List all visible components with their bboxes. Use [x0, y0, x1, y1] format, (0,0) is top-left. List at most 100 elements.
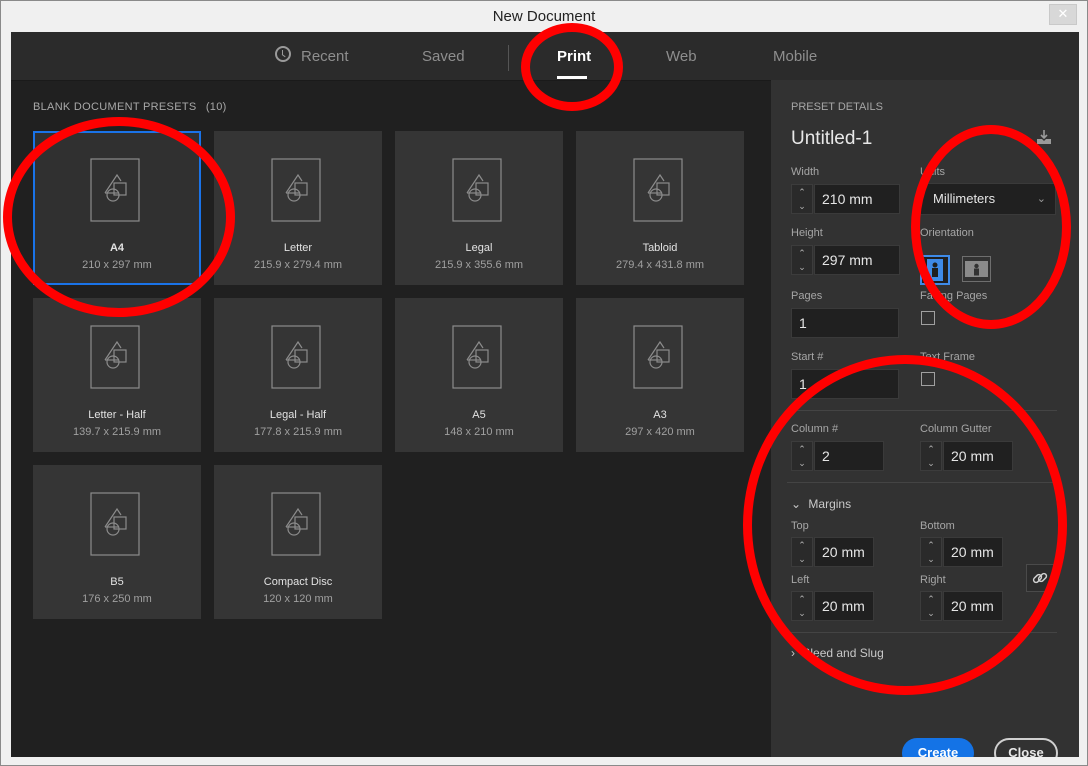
start-input[interactable]: 1 — [791, 369, 899, 399]
margins-toggle[interactable]: ⌄ Margins — [791, 497, 851, 511]
increment-icon[interactable]: ⌃ — [921, 442, 941, 456]
preset-card[interactable]: Letter - Half 139.7 x 215.9 mm — [33, 298, 201, 452]
preset-details-header: PRESET DETAILS — [791, 101, 883, 113]
landscape-icon — [965, 261, 988, 277]
preset-name: Legal - Half — [269, 409, 327, 421]
facing-pages-checkbox[interactable] — [921, 311, 935, 325]
preset-size: 177.8 x 215.9 mm — [253, 426, 343, 438]
divider — [787, 482, 1057, 483]
decrement-icon[interactable]: ⌄ — [792, 606, 812, 620]
margin-right-stepper[interactable]: ⌃ ⌄ — [920, 591, 942, 621]
decrement-icon[interactable]: ⌄ — [792, 260, 812, 274]
preset-name: Compact Disc — [263, 576, 333, 588]
preset-name: Tabloid — [642, 242, 678, 254]
chevron-right-icon: › — [791, 646, 795, 660]
text-frame-checkbox[interactable] — [921, 372, 935, 386]
margin-bottom-input[interactable]: 20 mm — [943, 537, 1003, 567]
margin-left-stepper[interactable]: ⌃ ⌄ — [791, 591, 813, 621]
column-count-input[interactable]: 2 — [814, 441, 884, 471]
clock-icon — [275, 46, 291, 62]
decrement-icon[interactable]: ⌄ — [921, 456, 941, 470]
decrement-icon[interactable]: ⌄ — [921, 552, 941, 566]
preset-size: 215.9 x 355.6 mm — [434, 259, 524, 271]
increment-icon[interactable]: ⌃ — [921, 592, 941, 606]
tab-divider — [508, 45, 509, 71]
pages-input[interactable]: 1 — [791, 308, 899, 338]
document-preset-icon — [90, 325, 140, 389]
margin-top-stepper[interactable]: ⌃ ⌄ — [791, 537, 813, 567]
save-preset-icon[interactable] — [1037, 130, 1051, 144]
margin-right-input[interactable]: 20 mm — [943, 591, 1003, 621]
preset-size: 215.9 x 279.4 mm — [253, 259, 343, 271]
preset-name: Legal — [465, 242, 493, 254]
column-gutter-stepper[interactable]: ⌃ ⌄ — [920, 441, 942, 471]
units-value: Millimeters — [933, 191, 996, 206]
increment-icon[interactable]: ⌃ — [921, 538, 941, 552]
window-close-button[interactable]: ✕ — [1049, 4, 1077, 25]
decrement-icon[interactable]: ⌄ — [792, 456, 812, 470]
preset-card[interactable]: Legal 215.9 x 355.6 mm — [395, 131, 563, 285]
chain-link-icon — [1032, 572, 1048, 584]
tab-recent[interactable]: Recent — [301, 48, 349, 65]
create-button[interactable]: Create — [902, 738, 974, 757]
preset-card[interactable]: Letter 215.9 x 279.4 mm — [214, 131, 382, 285]
column-gutter-label: Column Gutter — [920, 423, 992, 435]
increment-icon[interactable]: ⌃ — [792, 592, 812, 606]
height-stepper[interactable]: ⌃ ⌄ — [791, 245, 813, 275]
column-count-stepper[interactable]: ⌃ ⌄ — [791, 441, 813, 471]
presets-count: (10) — [205, 101, 227, 113]
preset-name: A3 — [653, 409, 667, 421]
column-count-label: Column # — [791, 423, 839, 435]
presets-heading: BLANK DOCUMENT PRESETS (10) — [33, 101, 227, 113]
increment-icon[interactable]: ⌃ — [792, 185, 812, 199]
text-frame-label: Text Frame — [920, 351, 976, 363]
preset-card[interactable]: Compact Disc 120 x 120 mm — [214, 465, 382, 619]
landscape-orientation-button[interactable] — [962, 256, 991, 282]
margin-left-input[interactable]: 20 mm — [814, 591, 874, 621]
width-input[interactable]: 210 mm — [814, 184, 900, 214]
close-button[interactable]: Close — [994, 738, 1058, 757]
preset-card[interactable]: Legal - Half 177.8 x 215.9 mm — [214, 298, 382, 452]
decrement-icon[interactable]: ⌄ — [921, 606, 941, 620]
preset-card[interactable]: A4 210 x 297 mm — [33, 131, 201, 285]
preset-card[interactable]: Tabloid 279.4 x 431.8 mm — [576, 131, 744, 285]
document-preset-icon — [90, 158, 140, 222]
increment-icon[interactable]: ⌃ — [792, 538, 812, 552]
tab-print[interactable]: Print — [557, 48, 591, 65]
tab-saved[interactable]: Saved — [422, 48, 465, 65]
new-document-dialog: New Document ✕ Recent Saved Print Web Mo… — [0, 0, 1088, 766]
units-select[interactable]: Millimeters ⌄ — [920, 183, 1056, 215]
preset-size: 120 x 120 mm — [263, 593, 333, 605]
units-label: Units — [920, 166, 946, 178]
tab-mobile[interactable]: Mobile — [773, 48, 817, 65]
document-preset-icon — [271, 492, 321, 556]
increment-icon[interactable]: ⌃ — [792, 246, 812, 260]
width-stepper[interactable]: ⌃ ⌄ — [791, 184, 813, 214]
bleed-slug-label: Bleed and Slug — [802, 646, 884, 660]
column-gutter-input[interactable]: 20 mm — [943, 441, 1013, 471]
bleed-slug-toggle[interactable]: › Bleed and Slug — [791, 646, 884, 660]
preset-card[interactable]: B5 176 x 250 mm — [33, 465, 201, 619]
decrement-icon[interactable]: ⌄ — [792, 199, 812, 213]
document-preset-icon — [633, 158, 683, 222]
tab-web[interactable]: Web — [666, 48, 697, 65]
preset-details-panel: PRESET DETAILS Untitled-1 Width ⌃ ⌄ 210 … — [771, 80, 1079, 757]
link-margins-button[interactable] — [1026, 564, 1054, 592]
preset-name: B5 — [110, 576, 124, 588]
increment-icon[interactable]: ⌃ — [792, 442, 812, 456]
document-name[interactable]: Untitled-1 — [791, 128, 872, 150]
height-input[interactable]: 297 mm — [814, 245, 900, 275]
margin-bottom-stepper[interactable]: ⌃ ⌄ — [920, 537, 942, 567]
divider — [787, 410, 1057, 411]
portrait-icon — [927, 259, 943, 281]
preset-card[interactable]: A3 297 x 420 mm — [576, 298, 744, 452]
start-label: Start # — [791, 351, 824, 363]
preset-size: 210 x 297 mm — [82, 259, 152, 271]
tab-bar: Recent Saved Print Web Mobile — [11, 32, 1079, 81]
preset-size: 279.4 x 431.8 mm — [615, 259, 705, 271]
margin-left-label: Left — [791, 574, 810, 586]
decrement-icon[interactable]: ⌄ — [792, 552, 812, 566]
portrait-orientation-button[interactable] — [920, 255, 950, 285]
margin-top-input[interactable]: 20 mm — [814, 537, 874, 567]
preset-card[interactable]: A5 148 x 210 mm — [395, 298, 563, 452]
